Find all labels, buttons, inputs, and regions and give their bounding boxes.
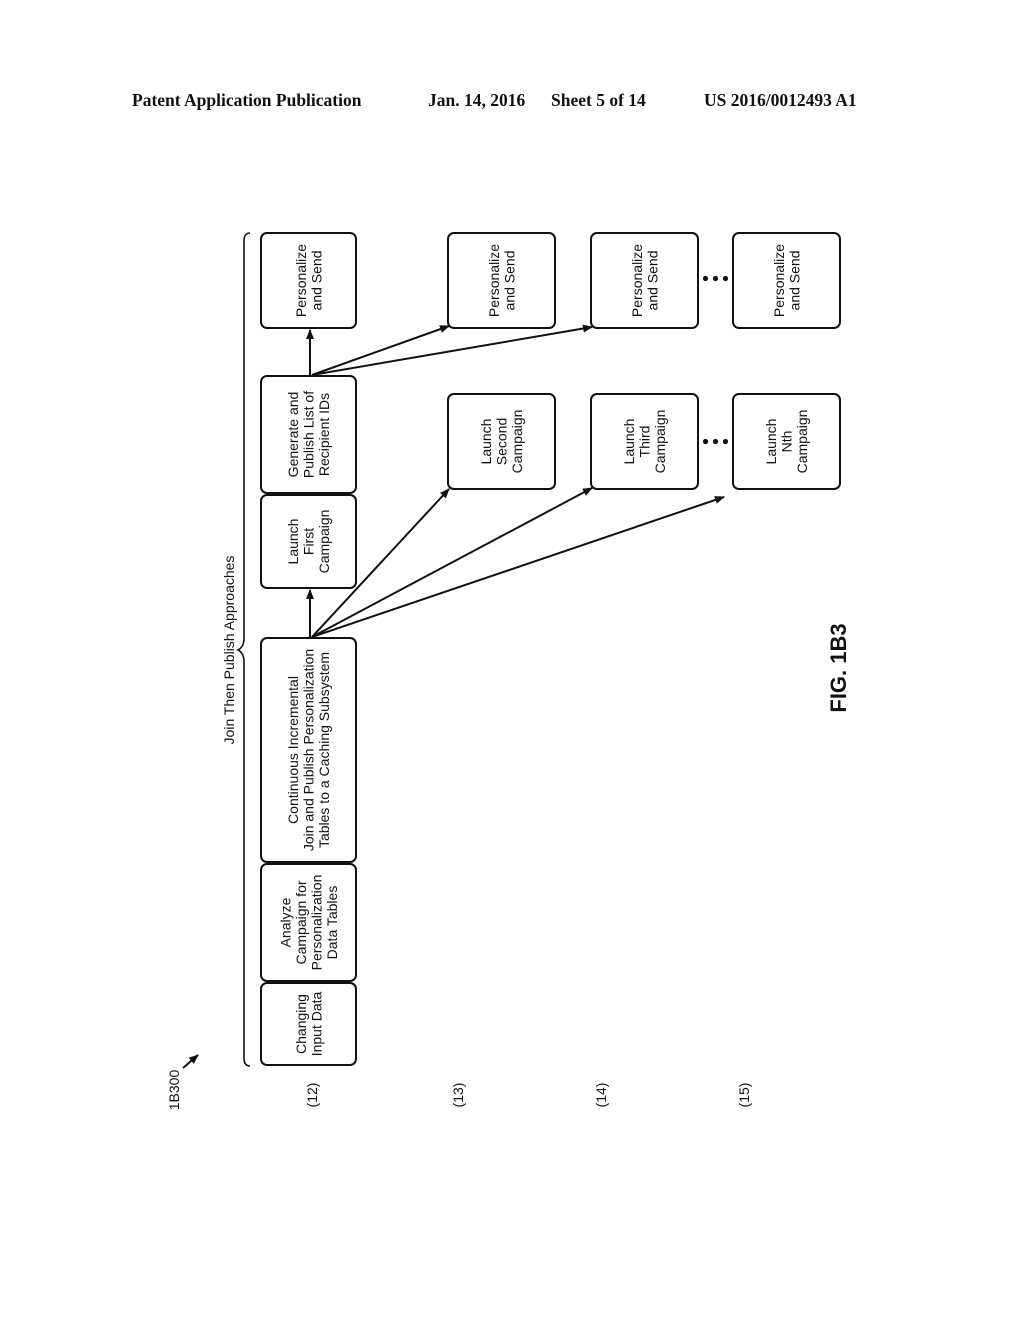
figure-reference: 1B300: [166, 1070, 182, 1111]
box-generate-publish-recipients: Generate andPublish List ofRecipient IDs: [260, 375, 357, 494]
box-label-line: and Send: [786, 251, 802, 311]
box-label: ChangingInput Data: [293, 991, 325, 1056]
reference-arrow-icon: [182, 1054, 199, 1069]
brace-group: Join Then Publish Approaches: [221, 232, 251, 1067]
box-label: Personalizeand Send: [629, 244, 661, 317]
box-label-line: Second: [494, 418, 510, 465]
box-label: Continuous IncrementalJoin and Publish P…: [285, 649, 332, 851]
box-label: Generate andPublish List ofRecipient IDs: [285, 391, 332, 478]
row-label-row-15: (15): [736, 1083, 752, 1108]
box-label-line: Generate and: [285, 392, 301, 478]
box-label-line: Join and Publish Personalization: [301, 649, 317, 851]
ellipsis-dot: [722, 438, 729, 445]
box-label-line: Recipient IDs: [316, 393, 332, 476]
figure-label: FIG. 1B3: [826, 623, 851, 712]
box-label: Personalizeand Send: [293, 244, 325, 317]
box-personalize-send-3: Personalizeand Send: [590, 232, 699, 329]
box-label-line: Publish List of: [301, 391, 317, 478]
arrow-generate-publish-recipients-to-personalize-send-3: [311, 324, 593, 376]
box-label-line: First: [301, 528, 317, 555]
box-personalize-send-1: Personalizeand Send: [260, 232, 357, 329]
box-launch-first-campaign: LaunchFirstCampaign: [260, 494, 357, 589]
box-label-line: Launch: [621, 419, 637, 465]
box-continuous-join-publish: Continuous IncrementalJoin and Publish P…: [260, 637, 357, 863]
box-label-line: Campaign for: [293, 880, 309, 964]
ellipsis-dot: [702, 275, 709, 282]
flow-diagram: Join Then Publish Approaches ChangingInp…: [166, 232, 851, 1111]
box-label-line: Personalize: [771, 244, 787, 317]
box-label-line: Launch: [285, 519, 301, 565]
box-label-line: Personalize: [486, 244, 502, 317]
box-label-line: Analyze: [277, 897, 293, 947]
box-label: Personalizeand Send: [771, 244, 803, 317]
arrow-continuous-join-publish-to-launch-nth-campaign: [311, 496, 725, 638]
box-analyze-campaign: AnalyzeCampaign forPersonalizationData T…: [260, 863, 357, 982]
box-label-line: Continuous Incremental: [285, 676, 301, 824]
box-label-line: and Send: [501, 251, 517, 311]
box-changing-input-data: ChangingInput Data: [260, 982, 357, 1066]
box-label-line: Personalization: [308, 875, 324, 971]
ellipsis-dot: [722, 275, 729, 282]
box-label-line: Campaign: [316, 510, 332, 574]
box-launch-nth-campaign: LaunchNthCampaign: [732, 393, 841, 490]
row-label-row-13: (13): [450, 1083, 466, 1108]
box-label-line: Campaign: [794, 410, 810, 474]
brace-icon: [236, 232, 251, 1067]
box-label-line: Campaign: [509, 410, 525, 474]
box-label-line: and Send: [644, 251, 660, 311]
row-label-row-12: (12): [304, 1083, 320, 1108]
ellipsis-icon: [702, 438, 729, 445]
box-label-line: Nth: [779, 431, 795, 453]
box-label-line: Launch: [478, 419, 494, 465]
box-label-line: Tables to a Caching Subsystem: [316, 652, 332, 848]
box-label: LaunchSecondCampaign: [478, 410, 525, 474]
box-label-line: Campaign: [652, 410, 668, 474]
ellipsis-dot: [712, 275, 719, 282]
box-label-line: Launch: [763, 419, 779, 465]
box-label-line: Personalize: [293, 244, 309, 317]
ellipsis-dot: [712, 438, 719, 445]
box-label-line: Input Data: [308, 991, 324, 1056]
box-label-line: and Send: [308, 251, 324, 311]
box-label-line: Data Tables: [324, 886, 340, 960]
box-launch-third-campaign: LaunchThirdCampaign: [590, 393, 699, 490]
row-label-row-14: (14): [593, 1083, 609, 1108]
arrow-generate-publish-recipients-to-personalize-send-2: [311, 325, 450, 376]
brace-label: Join Then Publish Approaches: [221, 556, 237, 745]
box-label-line: Third: [637, 426, 653, 458]
box-launch-second-campaign: LaunchSecondCampaign: [447, 393, 556, 490]
box-label-line: Changing: [293, 994, 309, 1054]
box-label: Personalizeand Send: [486, 244, 518, 317]
box-personalize-send-2: Personalizeand Send: [447, 232, 556, 329]
boxes-group: ChangingInput DataAnalyzeCampaign forPer…: [260, 232, 841, 1066]
box-label-line: Personalize: [629, 244, 645, 317]
ellipsis-icon: [702, 275, 729, 282]
ellipsis-dot: [702, 438, 709, 445]
box-personalize-send-n: Personalizeand Send: [732, 232, 841, 329]
